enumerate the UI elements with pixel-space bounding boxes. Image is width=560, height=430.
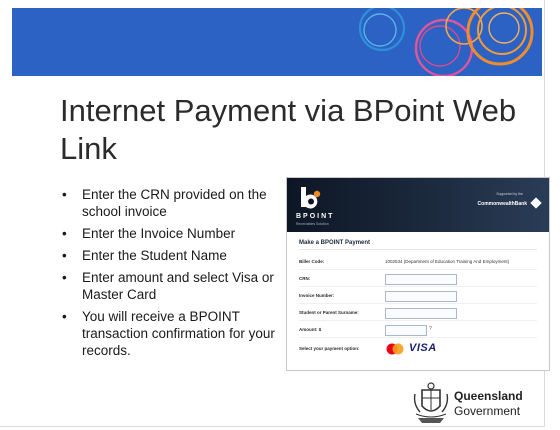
commonwealth-bank-name: CommonwealthBank <box>477 201 527 207</box>
biller-code-label: Biller Code: <box>299 259 325 264</box>
amount-row: Amount: $ ? <box>299 325 537 338</box>
bpoint-brand-name: BPOINT <box>296 213 335 220</box>
instruction-item: • You will receive a BPOINT transaction c… <box>58 308 278 359</box>
biller-code-value: 1002534 (Department of Education Trainin… <box>385 259 510 264</box>
instruction-text: Enter amount and select Visa or Master C… <box>82 270 274 302</box>
student-surname-row: Student or Parent Surname: <box>299 308 537 321</box>
instruction-item: • Enter the Student Name <box>58 247 278 264</box>
mastercard-option-icon[interactable] <box>385 343 405 355</box>
government-wordmark: Government <box>454 404 521 418</box>
biller-code-row: Biller Code: 1002534 (Department of Educ… <box>299 257 537 270</box>
bpoint-tagline: Receivables Solution <box>296 222 329 226</box>
student-surname-label: Student or Parent Surname: <box>299 310 359 315</box>
bullet-marker: • <box>62 226 67 241</box>
instruction-text: Enter the Invoice Number <box>82 226 236 241</box>
instruction-text: You will receive a BPOINT transaction co… <box>82 309 275 358</box>
bpoint-logo-icon <box>301 187 321 209</box>
queensland-government-logo: Queensland Government <box>412 382 552 426</box>
bullet-marker: • <box>62 248 67 263</box>
row-divider <box>299 286 537 287</box>
crn-label: CRN: <box>299 276 311 281</box>
row-divider <box>299 337 537 338</box>
crn-input[interactable] <box>385 274 457 285</box>
invoice-number-label: Invoice Number: <box>299 293 335 298</box>
row-divider <box>299 269 537 270</box>
amount-input[interactable] <box>385 325 427 336</box>
bullet-marker: • <box>62 309 67 324</box>
amount-help-icon[interactable]: ? <box>429 326 432 332</box>
student-surname-input[interactable] <box>385 308 457 319</box>
instruction-item: • Enter amount and select Visa or Master … <box>58 269 278 303</box>
payment-form-title: Make a BPOINT Payment <box>299 240 371 246</box>
instruction-text: Enter the CRN provided on the school inv… <box>82 187 267 219</box>
bpoint-header: BPOINT Receivables Solution Supported by… <box>287 178 549 232</box>
bullet-marker: • <box>62 187 67 202</box>
row-divider <box>299 303 537 304</box>
ring-pink-inner <box>419 25 461 67</box>
bullet-marker: • <box>62 270 67 285</box>
form-divider <box>299 249 537 250</box>
ring-orange-core <box>488 12 520 44</box>
instruction-text: Enter the Student Name <box>82 248 227 263</box>
ring-lightblue <box>363 13 397 47</box>
slide: Internet Payment via BPoint Web Link • En… <box>0 0 560 430</box>
payment-option-label: Select your payment option: <box>299 346 360 351</box>
crn-row: CRN: <box>299 274 537 287</box>
ring-orange-small <box>445 8 483 45</box>
decorative-rings-graphic <box>358 8 534 76</box>
invoice-number-input[interactable] <box>385 291 457 302</box>
row-divider <box>299 320 537 321</box>
queensland-crest-icon <box>413 382 449 423</box>
commonwealth-bank-logo-icon <box>530 197 542 209</box>
slide-title: Internet Payment via BPoint Web Link <box>60 93 517 166</box>
visa-option[interactable]: VISA <box>409 342 437 354</box>
queensland-wordmark: Queensland <box>454 389 523 403</box>
invoice-number-row: Invoice Number: <box>299 291 537 304</box>
supported-by-text: Supported by the <box>496 192 523 196</box>
ring-pink <box>414 18 474 76</box>
header-banner <box>12 8 542 76</box>
payment-option-row: Select your payment option: VISA <box>299 342 537 356</box>
instruction-item: • Enter the CRN provided on the school in… <box>58 186 278 220</box>
amount-label: Amount: $ <box>299 327 322 332</box>
bpoint-payment-screenshot: BPOINT Receivables Solution Supported by… <box>287 178 549 370</box>
instruction-item: • Enter the Invoice Number <box>58 225 278 242</box>
instruction-list: • Enter the CRN provided on the school in… <box>58 186 278 364</box>
